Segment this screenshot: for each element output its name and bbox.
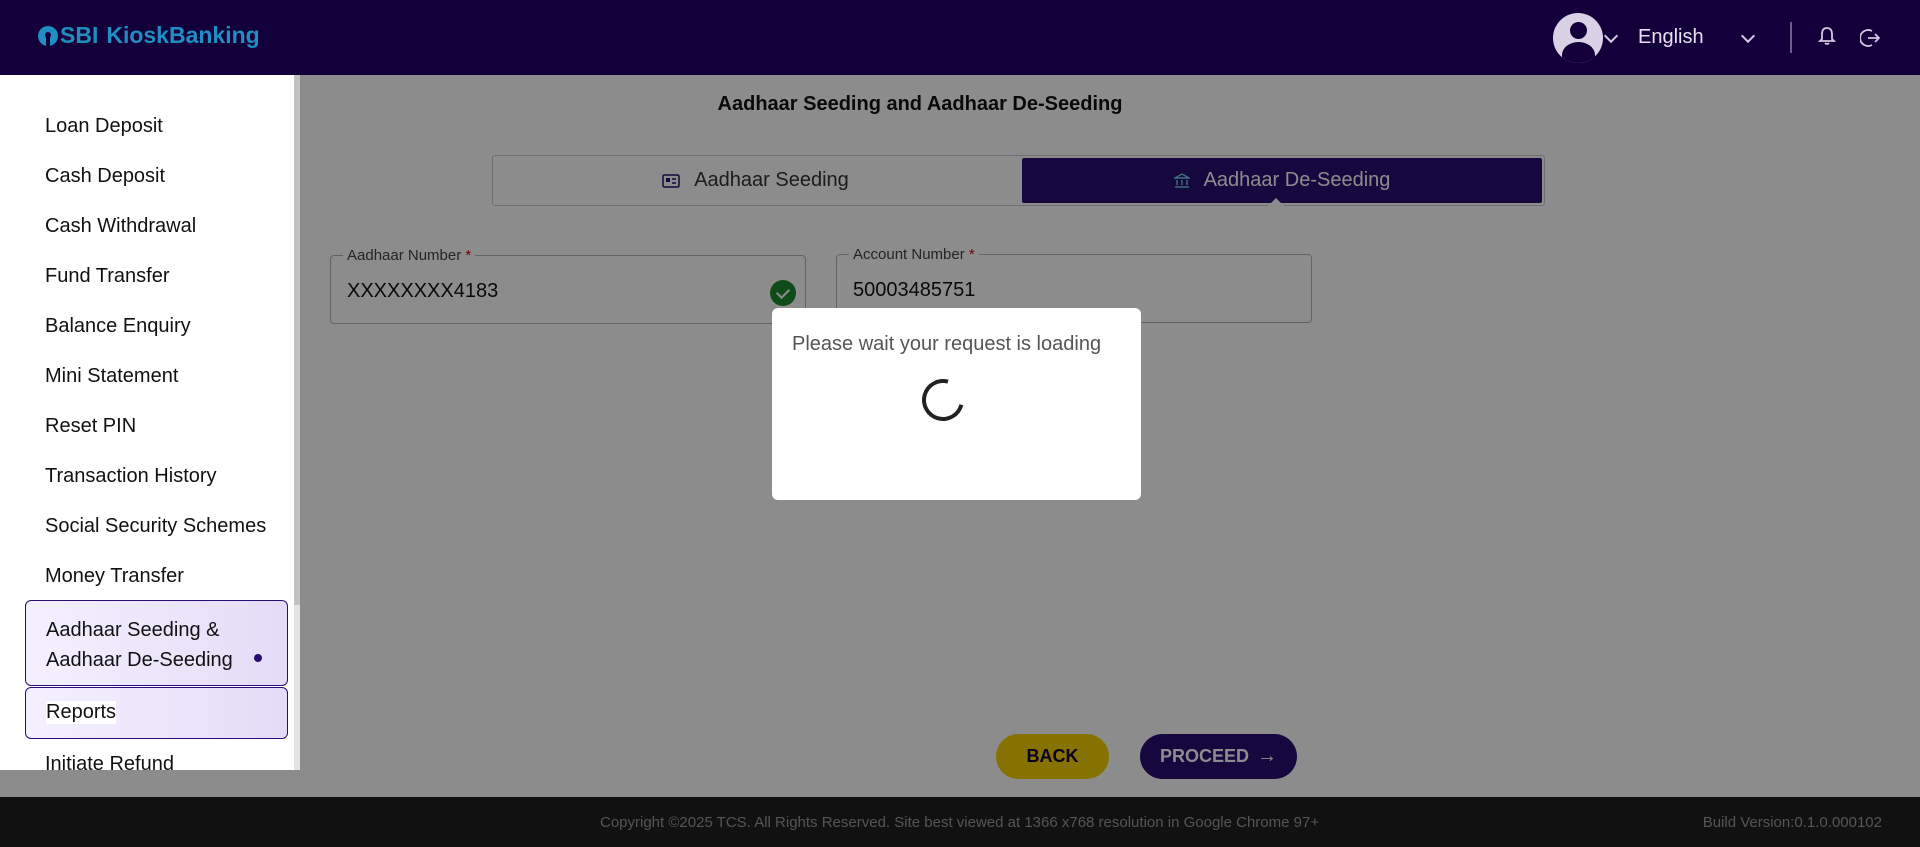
loading-message: Please wait your request is loading: [792, 333, 1102, 355]
sidebar-item-fund-transfer[interactable]: Fund Transfer: [45, 265, 170, 288]
sidebar-item-transaction-history[interactable]: Transaction History: [45, 465, 217, 488]
active-indicator-dot: [254, 654, 262, 662]
avatar-head: [1570, 22, 1587, 39]
sidebar-item-mini-statement[interactable]: Mini Statement: [45, 365, 178, 388]
top-header: SBI KioskBanking English: [0, 0, 1920, 75]
sidebar-scrollbar[interactable]: [294, 75, 300, 770]
sidebar-item-cash-deposit[interactable]: Cash Deposit: [45, 165, 165, 188]
user-avatar[interactable]: [1553, 13, 1603, 63]
sidebar-item-money-transfer[interactable]: Money Transfer: [45, 565, 184, 588]
logo-sbi-text: SBI: [60, 22, 99, 48]
header-divider: [1790, 22, 1792, 53]
sidebar-item-social-security-schemes[interactable]: Social Security Schemes: [45, 515, 266, 538]
language-selector[interactable]: English: [1638, 26, 1704, 49]
sidebar-item-cash-withdrawal[interactable]: Cash Withdrawal: [45, 215, 196, 238]
sidebar-item-reports-label: Reports: [46, 701, 117, 724]
loading-dialog: Please wait your request is loading: [772, 308, 1141, 500]
sidebar-item-initiate-refund[interactable]: Initiate Refund: [45, 753, 174, 770]
sidebar-item-loan-deposit[interactable]: Loan Deposit: [45, 115, 163, 138]
avatar-body: [1562, 42, 1595, 63]
bell-icon[interactable]: [1818, 26, 1836, 46]
avatar-chevron-down-icon[interactable]: [1603, 28, 1619, 44]
sidebar-item-aadhaar-label-line2: Aadhaar De-Seeding: [46, 649, 233, 671]
sidebar-item-aadhaar-label: Aadhaar Seeding & Aadhaar De-Seeding: [46, 615, 233, 675]
language-chevron-down-icon[interactable]: [1740, 28, 1756, 44]
sidebar-item-aadhaar-seeding[interactable]: Aadhaar Seeding & Aadhaar De-Seeding: [25, 600, 288, 686]
sidebar-item-aadhaar-label-line1: Aadhaar Seeding &: [46, 619, 220, 641]
sidebar-item-balance-enquiry[interactable]: Balance Enquiry: [45, 315, 191, 338]
sidebar-item-reset-pin[interactable]: Reset PIN: [45, 415, 136, 438]
loading-spinner-icon: [914, 371, 972, 429]
sbi-logo-icon: [38, 25, 58, 46]
logo-product-text: KioskBanking: [106, 22, 260, 48]
logout-icon[interactable]: [1860, 28, 1880, 48]
sidebar: Loan Deposit Cash Deposit Cash Withdrawa…: [0, 75, 300, 770]
sidebar-scrollbar-thumb[interactable]: [294, 75, 300, 605]
sbi-logo: SBI KioskBanking: [38, 22, 260, 49]
sidebar-item-reports[interactable]: Reports: [25, 687, 288, 739]
